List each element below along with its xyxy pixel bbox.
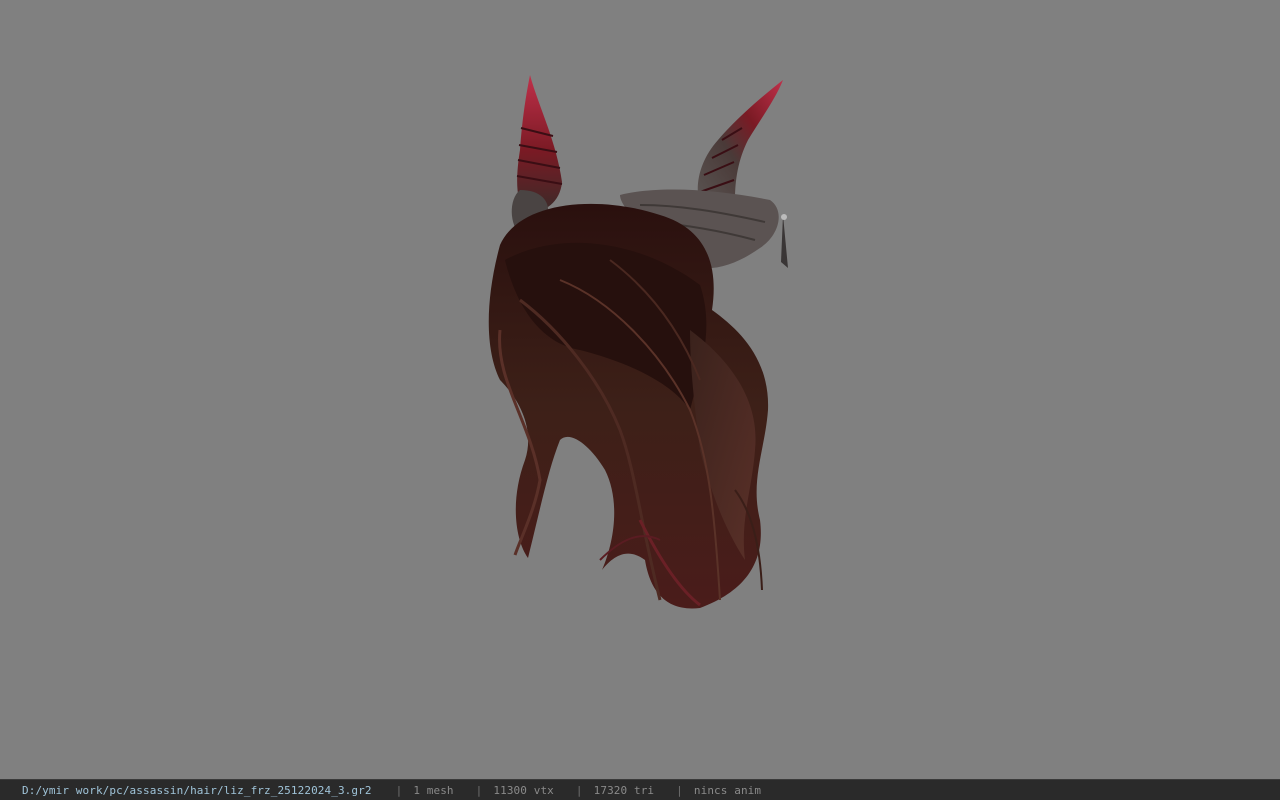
separator: | [575,783,583,797]
triangle-count: 17320 tri [593,783,655,797]
3d-viewport[interactable] [0,0,1280,779]
animation-status: nincs anim [693,783,762,797]
vertex-count: 11300 vtx [493,783,554,797]
separator: | [395,783,403,797]
separator: | [475,783,483,797]
file-path: D:/ymir work/pc/assassin/hair/liz_frz_25… [22,783,372,797]
mesh-count: 1 mesh [413,783,454,797]
status-bar: D:/ymir work/pc/assassin/hair/liz_frz_25… [0,779,1280,800]
separator: | [676,783,683,797]
model-preview[interactable] [0,0,1280,779]
